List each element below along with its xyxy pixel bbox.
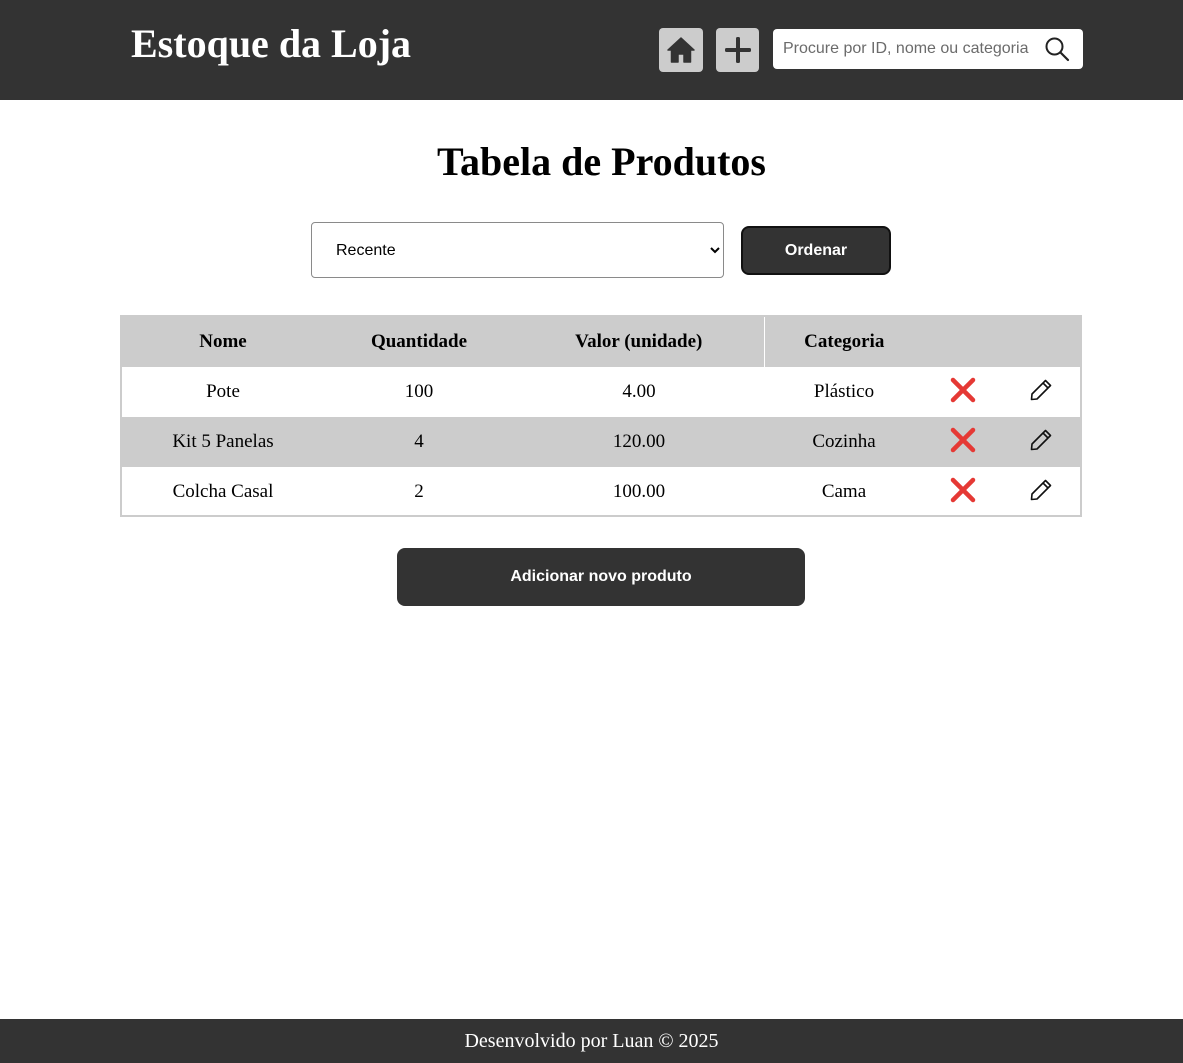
edit-cell: [1002, 467, 1080, 517]
search-icon[interactable]: [1044, 36, 1070, 62]
products-table: Nome Quantidade Valor (unidade) Categori…: [122, 317, 1080, 517]
cell-categoria: Cozinha: [812, 431, 876, 452]
column-header-nome: Nome: [199, 331, 247, 352]
search-box: [773, 29, 1083, 69]
search-input[interactable]: [773, 29, 1045, 69]
table-row: Colcha Casal 2 100.00 Cama: [122, 467, 1080, 517]
cell-nome: Colcha Casal: [172, 481, 274, 502]
sort-button[interactable]: Ordenar: [741, 226, 891, 275]
cross-mark-icon[interactable]: [950, 477, 976, 503]
cell-quantidade: 100: [404, 381, 434, 402]
table-header-row: Nome Quantidade Valor (unidade) Categori…: [122, 317, 1080, 367]
site-logo[interactable]: Estoque da Loja: [131, 20, 411, 68]
cell-quantidade: 2: [414, 481, 424, 502]
edit-cell: [1002, 367, 1080, 417]
cross-mark-icon[interactable]: [950, 377, 976, 403]
delete-cell: [924, 467, 1002, 517]
add-new-product-button[interactable]: Adicionar novo produto: [397, 548, 805, 606]
page-title: Tabela de Produtos: [437, 139, 766, 184]
cell-categoria: Cama: [821, 481, 867, 502]
cell-categoria: Plástico: [813, 381, 875, 402]
table-row: Pote 100 4.00 Plástico: [122, 367, 1080, 417]
cell-valor: 4.00: [622, 381, 656, 402]
cross-mark-icon[interactable]: [950, 427, 976, 453]
cell-valor: 100.00: [612, 481, 666, 502]
column-header-valor: Valor (unidade): [514, 317, 765, 367]
cell-valor: 120.00: [612, 431, 666, 452]
table-row: Kit 5 Panelas 4 120.00 Cozinha: [122, 417, 1080, 467]
home-button[interactable]: [659, 28, 703, 72]
pencil-icon[interactable]: [1029, 378, 1053, 402]
column-header-categoria: Categoria: [804, 331, 885, 352]
pencil-icon[interactable]: [1029, 478, 1053, 502]
plus-icon: [724, 37, 751, 63]
home-icon: [667, 37, 695, 63]
column-header-delete: [924, 317, 1002, 367]
delete-cell: [924, 367, 1002, 417]
footer: Desenvolvido por Luan © 2025: [0, 1019, 1183, 1063]
edit-cell: [1002, 417, 1080, 467]
products-table-container: Nome Quantidade Valor (unidade) Categori…: [120, 315, 1082, 517]
delete-cell: [924, 417, 1002, 467]
add-product-nav-button[interactable]: [716, 28, 759, 72]
pencil-icon[interactable]: [1029, 428, 1053, 452]
cell-nome: Kit 5 Panelas: [172, 431, 274, 452]
sort-select[interactable]: Recente: [311, 222, 724, 278]
column-header-quantidade: Quantidade: [370, 331, 468, 352]
header: Estoque da Loja: [0, 0, 1183, 100]
cell-quantidade: 4: [414, 431, 424, 452]
column-header-edit: [1002, 317, 1080, 367]
cell-nome: Pote: [206, 381, 240, 402]
